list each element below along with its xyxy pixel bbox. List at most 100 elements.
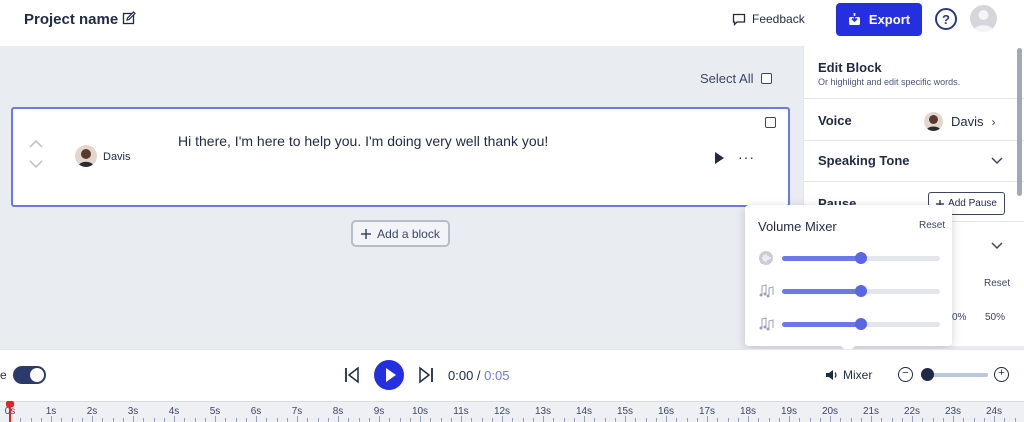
timeline-tick <box>215 416 216 422</box>
chevron-down-icon[interactable] <box>991 157 1003 165</box>
voice-value: Davis <box>951 114 984 129</box>
timeline-tick <box>748 416 749 422</box>
timeline-tick <box>122 418 124 422</box>
timeline-tick <box>71 418 73 422</box>
timeline-tick <box>768 418 770 422</box>
timeline-tick <box>963 418 965 422</box>
timeline-tick <box>871 416 872 422</box>
timeline-tick <box>625 416 626 422</box>
timeline-tick <box>286 418 288 422</box>
voice-volume-slider[interactable] <box>782 252 940 264</box>
timeline-tick <box>256 416 257 422</box>
slider-knob[interactable] <box>855 252 867 264</box>
slider-knob[interactable] <box>855 318 867 330</box>
timeline-tick <box>235 418 237 422</box>
move-up-icon[interactable] <box>29 139 43 149</box>
zoom-out-icon[interactable]: − <box>898 367 913 382</box>
slider-knob[interactable] <box>855 285 867 297</box>
music-volume-slider-2[interactable] <box>782 318 940 330</box>
feedback-label: Feedback <box>752 12 805 26</box>
timeline-tick <box>51 416 52 422</box>
panel-title: Edit Block <box>818 60 882 75</box>
skip-forward-icon[interactable] <box>418 366 434 384</box>
select-all-checkbox[interactable] <box>761 73 773 84</box>
plus-icon <box>361 228 372 239</box>
mixer-label: Mixer <box>843 368 873 382</box>
mixer-reset-link[interactable]: Reset <box>919 220 945 231</box>
timeline-tick <box>409 418 411 422</box>
mixer-music-row-1 <box>758 283 940 299</box>
block-text[interactable]: Hi there, I'm here to help you. I'm doin… <box>178 133 548 149</box>
player-bar: e 0:00 / 0:05 Mixer − + <box>0 349 1024 401</box>
timeline-tick <box>481 418 483 422</box>
speaker-avatar[interactable] <box>75 145 97 167</box>
user-avatar[interactable] <box>970 5 997 32</box>
timeline-tick <box>491 418 493 422</box>
timeline-tick <box>666 416 667 422</box>
slider-fill <box>782 322 861 327</box>
slider-fill <box>782 256 861 261</box>
speaker-icon <box>826 370 837 380</box>
timeline-tick <box>461 416 462 422</box>
toggle-switch[interactable] <box>13 366 46 384</box>
more-options-icon[interactable]: ··· <box>738 149 755 165</box>
speaking-tone-row[interactable]: Speaking Tone <box>804 141 1024 182</box>
timeline-tick <box>194 418 196 422</box>
timeline-tick <box>389 418 391 422</box>
timeline-tick <box>143 418 145 422</box>
timeline-tick <box>717 418 719 422</box>
skip-back-icon[interactable] <box>344 366 360 384</box>
play-block-icon[interactable] <box>715 152 724 164</box>
chevron-down-icon[interactable] <box>991 242 1003 250</box>
panel-reset-link[interactable]: Reset <box>984 278 1010 289</box>
zoom-slider-knob[interactable] <box>921 368 934 381</box>
mixer-button[interactable]: Mixer <box>825 368 872 382</box>
block-checkbox[interactable] <box>765 117 776 128</box>
timeline-tick <box>645 418 647 422</box>
panel-scrollbar[interactable] <box>1017 48 1022 196</box>
timeline-tick <box>819 418 821 422</box>
voice-avatar <box>924 112 943 131</box>
playhead[interactable] <box>6 401 14 422</box>
panel-header: Edit Block Or highlight and edit specifi… <box>804 46 1024 99</box>
timeline-tick <box>440 418 442 422</box>
top-header: Project name Feedback Export ? <box>0 0 1024 46</box>
timeline-tick <box>317 418 319 422</box>
timeline-tick <box>922 418 924 422</box>
feedback-button[interactable]: Feedback <box>732 12 805 26</box>
volume-mixer-popup: Volume Mixer Reset <box>745 205 952 353</box>
timeline-tick <box>573 418 575 422</box>
music-note-icon <box>759 317 774 331</box>
move-down-icon[interactable] <box>29 159 43 169</box>
add-block-button[interactable]: Add a block <box>351 220 450 247</box>
timeline-tick <box>92 416 93 422</box>
speaker-name[interactable]: Davis <box>103 151 131 163</box>
music-volume-slider-1[interactable] <box>782 285 940 297</box>
voice-photo-icon <box>926 115 941 131</box>
timeline-tick <box>563 418 565 422</box>
panel-percent-a: 0% <box>952 312 967 323</box>
timeline-tick <box>860 418 862 422</box>
timeline-tick <box>912 416 913 422</box>
speaker-photo-icon <box>78 149 94 167</box>
timeline-tick <box>655 418 657 422</box>
select-all[interactable]: Select All <box>700 71 773 86</box>
timeline-tick <box>778 418 780 422</box>
chat-icon <box>732 13 746 26</box>
timeline-tick <box>994 416 995 422</box>
timeline-tick <box>522 418 524 422</box>
zoom-in-icon[interactable]: + <box>994 367 1009 382</box>
edit-icon[interactable] <box>122 11 136 25</box>
text-block[interactable]: Davis Hi there, I'm here to help you. I'… <box>11 107 790 207</box>
play-button[interactable] <box>374 360 404 390</box>
timeline-tick <box>758 418 760 422</box>
voice-selector[interactable]: Davis › <box>924 112 996 131</box>
voice-label: Voice <box>818 113 852 128</box>
export-button[interactable]: Export <box>836 3 922 36</box>
timeline-tick <box>225 418 227 422</box>
help-icon[interactable]: ? <box>935 8 957 30</box>
timeline-tick <box>1004 418 1006 422</box>
project-name[interactable]: Project name <box>24 11 118 28</box>
timeline-ruler[interactable]: 0s1s2s3s4s5s6s7s8s9s10s11s12s13s14s15s16… <box>0 401 1024 422</box>
timeline-tick <box>112 418 114 422</box>
